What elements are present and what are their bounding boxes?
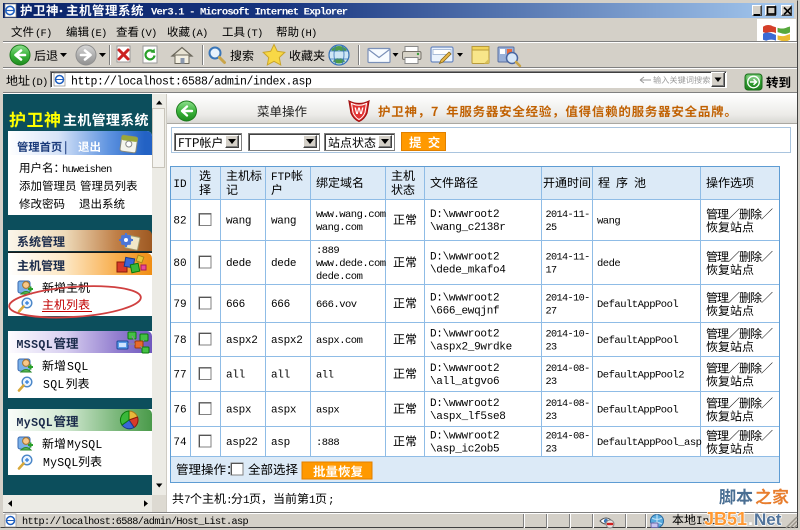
svg-text:asp22: asp22 <box>226 437 258 449</box>
svg-text:23: 23 <box>546 445 558 456</box>
svg-text:23: 23 <box>546 412 558 423</box>
svg-text:D:\wwwroot2: D:\wwwroot2 <box>430 329 499 341</box>
svg-text:huweishen: huweishen <box>62 164 112 176</box>
svg-text:\aspx_lf5se8: \aspx_lf5se8 <box>430 411 506 423</box>
svg-text:dede: dede <box>271 258 296 270</box>
svg-text:aspx.com: aspx.com <box>316 335 363 347</box>
svg-text:2014-11-: 2014-11- <box>546 210 590 221</box>
svg-text:D:\wwwroot2: D:\wwwroot2 <box>430 293 499 305</box>
svg-text:D:\wwwroot2: D:\wwwroot2 <box>430 363 499 375</box>
svg-text:25: 25 <box>546 223 558 234</box>
svg-text:DefaultAppPool: DefaultAppPool <box>597 299 678 311</box>
svg-text:(F): (F) <box>35 28 52 40</box>
svg-text:http://localhost:6588/admin/Ho: http://localhost:6588/admin/Host_List.as… <box>22 516 249 528</box>
svg-text:\wang_c2138r: \wang_c2138r <box>430 222 506 234</box>
svg-text:2014-08-: 2014-08- <box>546 399 590 410</box>
svg-text:2014-10-: 2014-10- <box>546 294 590 305</box>
svg-text:MySQL: MySQL <box>17 417 54 430</box>
svg-text:\asp_ic2ob5: \asp_ic2ob5 <box>430 444 499 456</box>
svg-text:27: 27 <box>546 307 558 318</box>
svg-text:78: 78 <box>173 335 186 347</box>
svg-text:Ver3.1 - Microsoft Internet Ex: Ver3.1 - Microsoft Internet Explorer <box>151 7 348 19</box>
svg-text:D:\wwwroot2: D:\wwwroot2 <box>430 398 499 410</box>
svg-text:DefaultAppPool: DefaultAppPool <box>597 335 678 347</box>
svg-text::889: :889 <box>316 245 339 257</box>
svg-text:17: 17 <box>546 266 558 277</box>
svg-text:wang.com: wang.com <box>316 222 363 234</box>
svg-text:wang: wang <box>271 216 296 228</box>
svg-text:(E): (E) <box>90 28 107 40</box>
svg-text:SQL: SQL <box>43 379 65 392</box>
svg-text:.: . <box>748 509 753 529</box>
svg-text:JB51: JB51 <box>704 509 747 529</box>
svg-text:FTP: FTP <box>271 172 291 184</box>
svg-text:2014-10-: 2014-10- <box>546 330 590 341</box>
svg-text:\666_ewqjnf: \666_ewqjnf <box>430 306 499 318</box>
svg-text:MySQL: MySQL <box>67 439 103 452</box>
svg-text:MySQL: MySQL <box>43 457 79 470</box>
svg-text:wang: wang <box>597 216 620 228</box>
svg-text:aspx: aspx <box>226 405 252 417</box>
svg-text:aspx: aspx <box>271 405 297 417</box>
svg-text:79: 79 <box>173 299 186 311</box>
svg-text::888: :888 <box>316 437 339 449</box>
svg-text:80: 80 <box>173 258 186 270</box>
svg-text:Net: Net <box>754 510 782 529</box>
svg-text:DefaultAppPool_asp: DefaultAppPool_asp <box>597 437 702 449</box>
svg-text:23: 23 <box>546 343 558 354</box>
svg-text:all: all <box>226 370 245 382</box>
svg-text:(A): (A) <box>191 28 208 40</box>
svg-text:aspx2: aspx2 <box>226 335 258 347</box>
svg-text:23: 23 <box>546 377 558 388</box>
svg-text:77: 77 <box>173 370 186 382</box>
svg-text:(H): (H) <box>300 28 317 40</box>
svg-text:2014-08-: 2014-08- <box>546 432 590 443</box>
svg-text:all: all <box>316 370 334 382</box>
svg-text:666: 666 <box>271 299 290 311</box>
svg-text:http://localhost:6588/admin/in: http://localhost:6588/admin/index.asp <box>71 76 312 89</box>
svg-text:aspx2: aspx2 <box>271 335 303 347</box>
svg-text:SQL: SQL <box>67 361 89 374</box>
svg-text:2014-08-: 2014-08- <box>546 364 590 375</box>
svg-text:D:\wwwroot2: D:\wwwroot2 <box>430 209 499 221</box>
svg-text:;: ; <box>328 495 335 507</box>
svg-text:76: 76 <box>173 405 186 417</box>
svg-text:dede.com: dede.com <box>316 271 363 283</box>
svg-text:D:\wwwroot2: D:\wwwroot2 <box>430 431 499 443</box>
svg-text:DefaultAppPool: DefaultAppPool <box>597 405 678 417</box>
svg-text:dede: dede <box>597 258 620 270</box>
svg-text:7: 7 <box>184 495 191 507</box>
svg-text:asp: asp <box>271 437 290 449</box>
svg-text:1: 1 <box>243 495 250 507</box>
svg-text:dede: dede <box>226 258 251 270</box>
svg-text:666: 666 <box>226 299 245 311</box>
svg-text:(V): (V) <box>140 28 157 40</box>
svg-text:666.vov: 666.vov <box>316 299 357 311</box>
svg-text:1: 1 <box>309 495 316 507</box>
svg-text:DefaultAppPool2: DefaultAppPool2 <box>597 370 684 382</box>
svg-text:74: 74 <box>173 437 187 449</box>
svg-text:\all_atgvo6: \all_atgvo6 <box>430 376 499 388</box>
svg-text:D:\wwwroot2: D:\wwwroot2 <box>430 252 499 264</box>
svg-text:(D): (D) <box>31 77 48 89</box>
svg-text:MSSQL: MSSQL <box>17 339 54 352</box>
svg-text:\aspx2_9wrdke: \aspx2_9wrdke <box>430 342 512 354</box>
svg-text:ID: ID <box>173 179 187 191</box>
svg-text::: : <box>226 495 233 507</box>
svg-text:82: 82 <box>173 216 186 228</box>
svg-text:www.wang.com: www.wang.com <box>316 209 386 221</box>
svg-text:W: W <box>355 106 364 117</box>
svg-text:wang: wang <box>226 216 251 228</box>
svg-text:2014-11-: 2014-11- <box>546 253 590 264</box>
svg-text:\dede_mkafo4: \dede_mkafo4 <box>430 265 506 277</box>
svg-text:all: all <box>271 370 290 382</box>
svg-text:aspx: aspx <box>316 405 339 417</box>
svg-text:www.dede.com: www.dede.com <box>316 258 386 270</box>
svg-text:(T): (T) <box>246 28 263 40</box>
